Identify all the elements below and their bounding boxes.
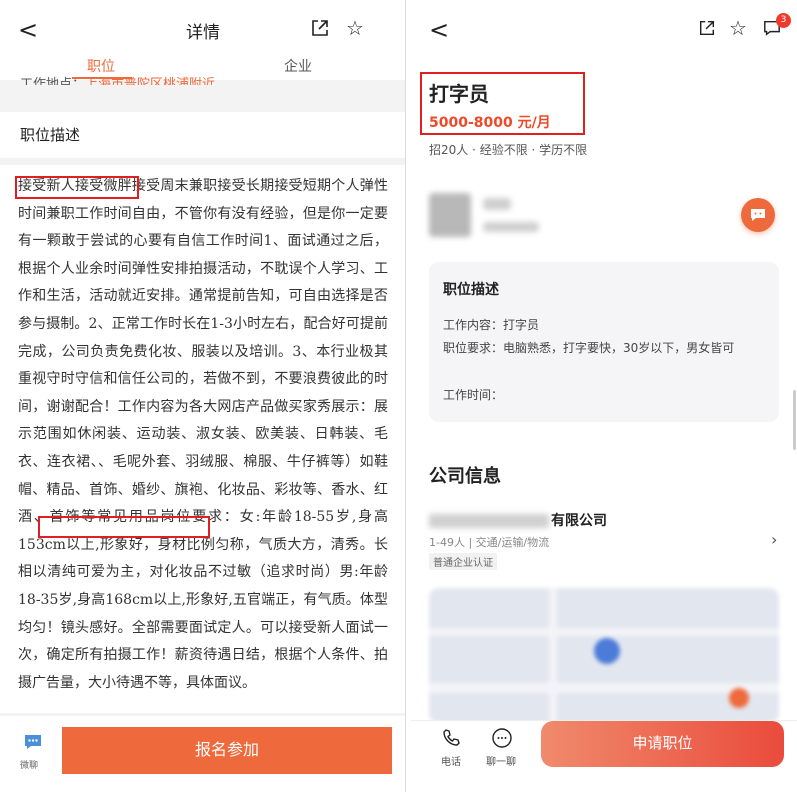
company-size-industry: 1-49人 | 交通/运输/物流 (429, 536, 550, 549)
company-name[interactable]: 有限公司 (429, 510, 607, 530)
chat-icon (751, 209, 765, 221)
signup-button[interactable]: 报名参加 (62, 727, 392, 774)
job-description: 接受新人接受微胖接受周末兼职接受长期接受短期个人弹性时间兼职工作时间自由，不管你… (0, 165, 405, 713)
job-description-card: 职位描述 工作内容：打字员 职位要求：电脑熟悉，打字要快，30岁以下，男女皆可 … (429, 262, 779, 422)
share-icon[interactable] (310, 18, 330, 38)
highlight-box-newcomer (15, 176, 139, 199)
message-badge: 3 (776, 13, 791, 28)
card-work-time: 工作时间： (443, 388, 504, 402)
back-icon[interactable]: < (429, 16, 449, 44)
chat-label: 聊一聊 (486, 757, 516, 768)
chat-icon[interactable] (491, 727, 513, 749)
share-icon[interactable] (698, 19, 716, 37)
right-screen: < ☆ 3 打字员 5000-8000 元/月 招20人 · 经验不限 · 学历… (411, 0, 797, 792)
job-meta: 招20人 · 经验不限 · 学历不限 (429, 143, 588, 157)
phone-label: 电话 (441, 757, 461, 768)
phone-icon[interactable] (441, 728, 461, 748)
card-title: 职位描述 (443, 282, 499, 298)
company-name-suffix: 有限公司 (551, 513, 607, 529)
card-content: 工作内容：打字员 (443, 318, 540, 332)
recruiter-info (483, 222, 539, 232)
work-location-value: 上海市普陀区桃浦附近 (85, 77, 216, 85)
wechat-chat-icon[interactable] (23, 733, 43, 751)
highlight-box-title-salary (420, 72, 585, 135)
company-name-blurred (429, 514, 549, 528)
highlight-box-age-height (38, 516, 210, 538)
work-location-text: 工作地点：上海市普陀区桃浦附近 (20, 71, 215, 85)
chevron-right-icon[interactable]: › (771, 530, 777, 549)
scrollbar[interactable] (793, 390, 796, 450)
recruiter-avatar[interactable] (429, 193, 471, 237)
star-icon[interactable]: ☆ (729, 16, 747, 40)
company-map[interactable] (429, 588, 779, 723)
apply-job-button[interactable]: 申请职位 (541, 721, 784, 767)
job-description-text: 接受新人接受微胖接受周末兼职接受长期接受短期个人弹性时间兼职工作时间自由，不管你… (18, 178, 388, 691)
star-icon[interactable]: ☆ (346, 16, 364, 40)
tab-company[interactable]: 企业 (284, 56, 312, 76)
recruiter-name (483, 198, 511, 210)
card-requirement: 职位要求：电脑熟悉，打字要快，30岁以下，男女皆可 (443, 341, 735, 355)
work-location-label: 工作地点： (20, 77, 86, 85)
section-title: 职位描述 (0, 112, 405, 158)
left-top-bar: < 详情 ☆ 职位 企业 工作地点：上海市普陀区桃浦附近 (0, 0, 405, 85)
chat-bubble-button[interactable] (741, 198, 775, 232)
company-heading: 公司信息 (429, 466, 501, 487)
company-verification-badge: 普通企业认证 (429, 553, 497, 570)
left-screen: < 详情 ☆ 职位 企业 工作地点：上海市普陀区桃浦附近 职位描述 接受新人接受… (0, 0, 406, 792)
wechat-label: 微聊 (20, 761, 39, 771)
